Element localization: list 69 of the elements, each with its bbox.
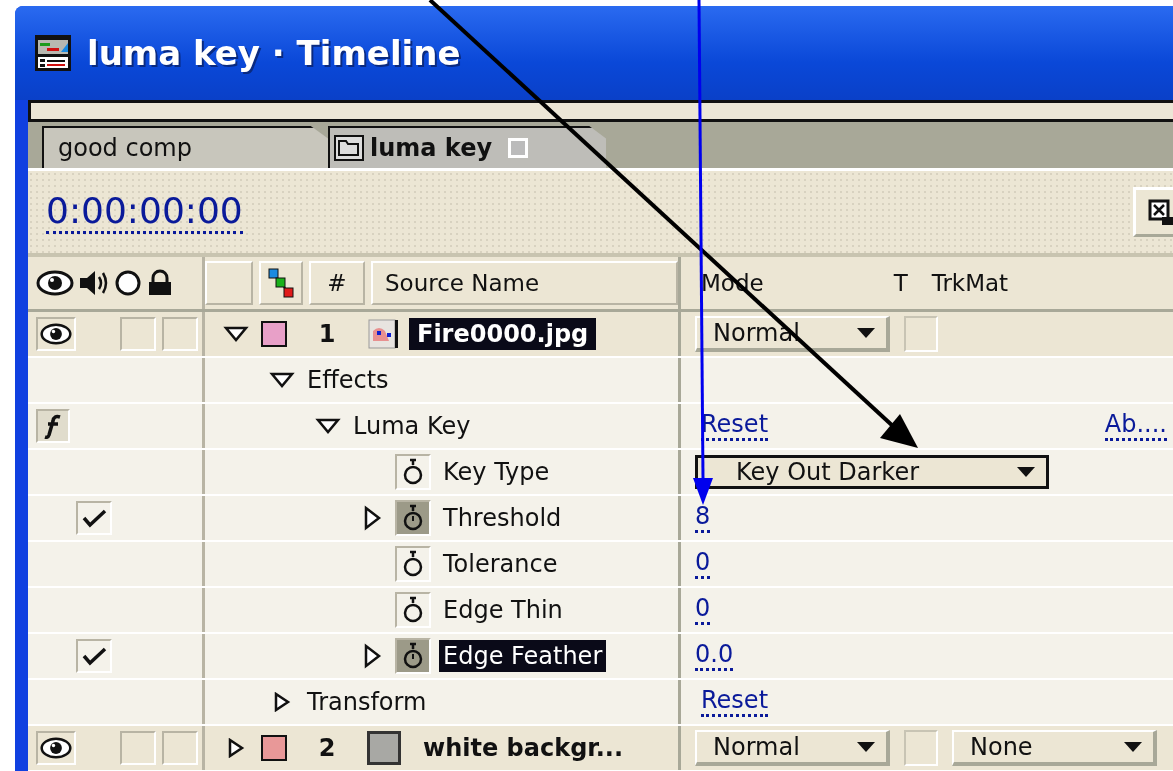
keyframe-checkbox[interactable] <box>76 639 112 673</box>
expanded-triangle-icon[interactable] <box>315 416 341 436</box>
switch-box[interactable] <box>162 317 198 351</box>
about-link[interactable]: Ab.... <box>1104 411 1167 441</box>
track-matte-dropdown[interactable]: None <box>952 730 1157 766</box>
expanded-triangle-icon[interactable] <box>269 370 295 390</box>
property-name[interactable]: Edge Thin <box>439 594 567 626</box>
stopwatch-icon <box>402 504 424 532</box>
column-header[interactable]: T <box>893 270 908 296</box>
property-name[interactable]: Edge Feather <box>439 640 607 672</box>
property-name[interactable]: Threshold <box>439 502 566 534</box>
property-value[interactable]: 0 <box>695 595 711 625</box>
label-color-swatch[interactable] <box>261 735 287 761</box>
timecode[interactable]: 0:00:00:00 <box>46 190 243 234</box>
visibility-switch[interactable] <box>36 731 76 765</box>
stopwatch-button[interactable] <box>395 546 431 582</box>
speaker-icon <box>78 268 110 298</box>
timeline-icon <box>35 35 71 71</box>
layer-number: 2 <box>317 734 337 762</box>
switch-box[interactable] <box>120 731 156 765</box>
composition-icon <box>334 135 364 161</box>
property-name[interactable]: Key Type <box>439 456 554 488</box>
key-type-dropdown[interactable]: Key Out Darker <box>695 455 1049 489</box>
comp-tab[interactable]: good comp <box>42 126 328 168</box>
stopwatch-button[interactable] <box>395 454 431 490</box>
effect-switch[interactable] <box>36 409 70 443</box>
circle-icon <box>114 268 142 298</box>
label-color-swatch[interactable] <box>261 321 287 347</box>
mode-dropdown[interactable]: Normal <box>695 730 890 766</box>
eye-icon <box>40 321 72 347</box>
column-header[interactable]: Source Name <box>371 261 678 305</box>
dropdown-arrow-icon <box>1016 466 1036 478</box>
stopwatch-icon <box>402 596 424 624</box>
preserve-transparency-checkbox[interactable] <box>904 316 938 352</box>
reset-link[interactable]: Reset <box>701 687 769 717</box>
column-header[interactable]: # <box>309 261 365 305</box>
stopwatch-icon <box>402 458 424 486</box>
layer-number: 1 <box>317 320 337 348</box>
expanded-triangle-icon[interactable] <box>223 324 249 344</box>
property-value[interactable]: 0 <box>695 549 711 579</box>
window-title: luma key · Timeline <box>87 33 461 73</box>
property-group-name[interactable]: Transform <box>307 688 427 716</box>
stopwatch-button[interactable] <box>395 500 431 536</box>
keyframe-checkbox[interactable] <box>76 501 112 535</box>
eye-icon <box>40 735 72 761</box>
stopwatch-icon <box>402 642 424 670</box>
dropdown-arrow-icon <box>1123 741 1143 753</box>
lock-icon <box>146 268 174 298</box>
eye-icon <box>36 268 74 298</box>
switch-box[interactable] <box>162 731 198 765</box>
property-group-name[interactable]: Effects <box>307 366 389 394</box>
column-header[interactable]: TrkMat <box>931 270 1009 296</box>
header-cell <box>205 261 253 305</box>
visibility-switch[interactable] <box>36 317 76 351</box>
stopwatch-button[interactable] <box>395 638 431 674</box>
switch-box[interactable] <box>120 317 156 351</box>
comp-tab[interactable]: luma key <box>328 126 606 168</box>
layer-name[interactable]: white backgr... <box>415 732 632 764</box>
stopwatch-icon <box>402 550 424 578</box>
dropdown-arrow-icon <box>856 741 876 753</box>
stopwatch-button[interactable] <box>395 592 431 628</box>
x-box-icon <box>1148 199 1173 225</box>
property-group-name[interactable]: Luma Key <box>353 412 471 440</box>
property-name[interactable]: Tolerance <box>439 548 562 580</box>
parent-icon <box>268 268 294 298</box>
layer-name[interactable]: Fire0000.jpg <box>409 318 597 350</box>
preserve-transparency-checkbox[interactable] <box>904 730 938 766</box>
property-value[interactable]: 0.0 <box>695 641 734 671</box>
dropdown-arrow-icon <box>856 327 876 339</box>
